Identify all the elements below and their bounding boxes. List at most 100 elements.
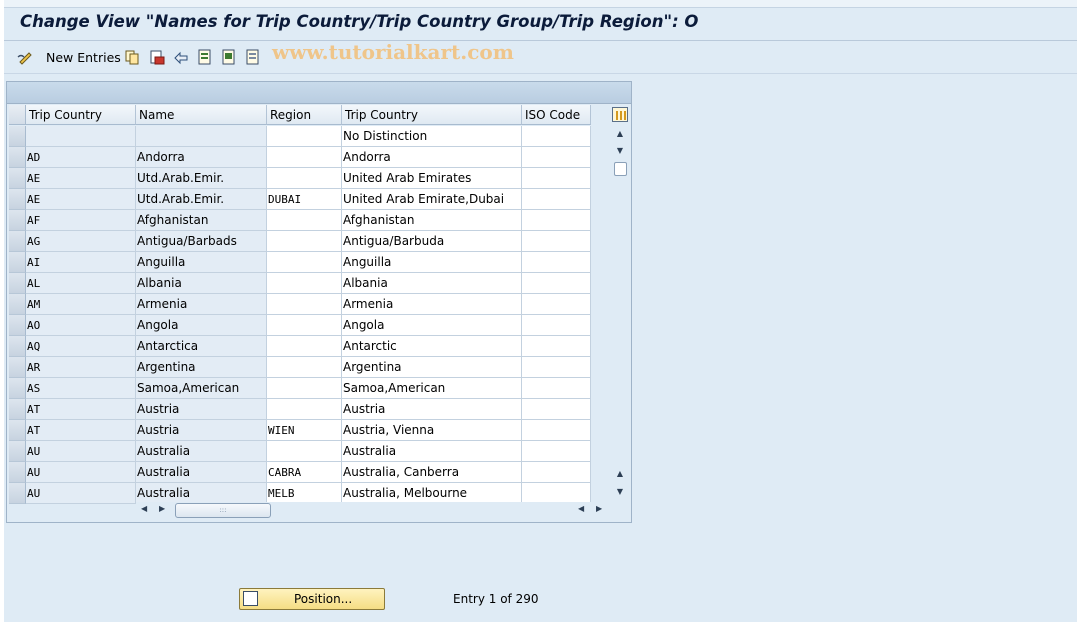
- column-header-region[interactable]: Region: [267, 105, 342, 125]
- cell-region[interactable]: DUBAI: [267, 189, 342, 210]
- cell-name[interactable]: Albania: [136, 273, 267, 294]
- cell-region[interactable]: [267, 315, 342, 336]
- cell-iso-code[interactable]: [522, 252, 591, 273]
- row-selector[interactable]: [9, 189, 26, 210]
- cell-iso-code[interactable]: [522, 126, 591, 147]
- cell-trip-country[interactable]: Argentina: [342, 357, 522, 378]
- scroll-right-icon[interactable]: ▶: [159, 504, 165, 513]
- cell-trip-country[interactable]: Andorra: [342, 147, 522, 168]
- scroll-up-icon[interactable]: ▲: [612, 127, 628, 141]
- row-selector[interactable]: [9, 441, 26, 462]
- cell-trip-country-code[interactable]: AI: [26, 252, 136, 273]
- cell-name[interactable]: Australia: [136, 441, 267, 462]
- cell-name[interactable]: Antarctica: [136, 336, 267, 357]
- cell-name[interactable]: Samoa,American: [136, 378, 267, 399]
- cell-trip-country[interactable]: Antarctic: [342, 336, 522, 357]
- cell-region[interactable]: [267, 210, 342, 231]
- cell-trip-country-code[interactable]: AU: [26, 441, 136, 462]
- cell-name[interactable]: Anguilla: [136, 252, 267, 273]
- cell-trip-country-code[interactable]: AU: [26, 462, 136, 483]
- vertical-scroll-thumb[interactable]: [614, 162, 627, 176]
- column-header-iso-code[interactable]: ISO Code: [522, 105, 591, 125]
- cell-trip-country-code[interactable]: [26, 126, 136, 147]
- cell-region[interactable]: [267, 168, 342, 189]
- cell-name[interactable]: Utd.Arab.Emir.: [136, 189, 267, 210]
- pencil-glasses-icon[interactable]: [17, 49, 33, 65]
- row-selector[interactable]: [9, 336, 26, 357]
- cell-iso-code[interactable]: [522, 399, 591, 420]
- cell-name[interactable]: Angola: [136, 315, 267, 336]
- cell-name[interactable]: Argentina: [136, 357, 267, 378]
- cell-region[interactable]: [267, 147, 342, 168]
- row-selector[interactable]: [9, 378, 26, 399]
- cell-trip-country[interactable]: Austria: [342, 399, 522, 420]
- cell-iso-code[interactable]: [522, 189, 591, 210]
- row-selector[interactable]: [9, 126, 26, 147]
- cell-iso-code[interactable]: [522, 483, 591, 504]
- row-selector[interactable]: [9, 420, 26, 441]
- cell-trip-country-code[interactable]: AF: [26, 210, 136, 231]
- cell-trip-country-code[interactable]: AM: [26, 294, 136, 315]
- row-selector[interactable]: [9, 252, 26, 273]
- cell-trip-country-code[interactable]: AO: [26, 315, 136, 336]
- horizontal-scroll-thumb[interactable]: :::: [175, 503, 271, 518]
- select-block-icon[interactable]: [221, 49, 237, 65]
- scroll-far-right-icon[interactable]: ▶: [596, 504, 602, 513]
- column-header-name[interactable]: Name: [136, 105, 267, 125]
- cell-trip-country-code[interactable]: AS: [26, 378, 136, 399]
- cell-iso-code[interactable]: [522, 462, 591, 483]
- cell-region[interactable]: CABRA: [267, 462, 342, 483]
- cell-iso-code[interactable]: [522, 357, 591, 378]
- cell-trip-country[interactable]: Antigua/Barbuda: [342, 231, 522, 252]
- cell-trip-country-code[interactable]: AD: [26, 147, 136, 168]
- cell-trip-country-code[interactable]: AL: [26, 273, 136, 294]
- cell-region[interactable]: [267, 294, 342, 315]
- row-selector[interactable]: [9, 483, 26, 504]
- table-settings-icon[interactable]: [612, 107, 628, 122]
- select-all-icon[interactable]: [197, 49, 213, 65]
- cell-name[interactable]: Austria: [136, 399, 267, 420]
- cell-region[interactable]: [267, 357, 342, 378]
- cell-trip-country-code[interactable]: AE: [26, 189, 136, 210]
- row-selector[interactable]: [9, 357, 26, 378]
- cell-region[interactable]: MELB: [267, 483, 342, 504]
- cell-trip-country-code[interactable]: AT: [26, 420, 136, 441]
- cell-trip-country-code[interactable]: AE: [26, 168, 136, 189]
- row-selector[interactable]: [9, 168, 26, 189]
- cell-iso-code[interactable]: [522, 231, 591, 252]
- cell-iso-code[interactable]: [522, 273, 591, 294]
- cell-name[interactable]: Antigua/Barbads: [136, 231, 267, 252]
- cell-trip-country[interactable]: Samoa,American: [342, 378, 522, 399]
- cell-name[interactable]: Austria: [136, 420, 267, 441]
- cell-iso-code[interactable]: [522, 168, 591, 189]
- cell-trip-country[interactable]: Australia: [342, 441, 522, 462]
- new-entries-button[interactable]: New Entries: [46, 50, 121, 65]
- cell-trip-country[interactable]: United Arab Emirates: [342, 168, 522, 189]
- cell-trip-country[interactable]: Australia, Canberra: [342, 462, 522, 483]
- cell-region[interactable]: WIEN: [267, 420, 342, 441]
- column-header-trip-country-code[interactable]: Trip Country: [26, 105, 136, 125]
- vertical-scrollbar[interactable]: [611, 126, 629, 501]
- cell-trip-country[interactable]: United Arab Emirate,Dubai: [342, 189, 522, 210]
- cell-region[interactable]: [267, 378, 342, 399]
- cell-name[interactable]: Armenia: [136, 294, 267, 315]
- cell-region[interactable]: [267, 231, 342, 252]
- cell-region[interactable]: [267, 336, 342, 357]
- cell-name[interactable]: [136, 126, 267, 147]
- row-selector[interactable]: [9, 273, 26, 294]
- cell-trip-country-code[interactable]: AG: [26, 231, 136, 252]
- row-selector[interactable]: [9, 294, 26, 315]
- cell-iso-code[interactable]: [522, 315, 591, 336]
- row-selector[interactable]: [9, 315, 26, 336]
- select-all-rows-button[interactable]: [9, 105, 26, 125]
- cell-iso-code[interactable]: [522, 210, 591, 231]
- delete-icon[interactable]: [149, 49, 165, 65]
- cell-trip-country-code[interactable]: AT: [26, 399, 136, 420]
- cell-region[interactable]: [267, 126, 342, 147]
- scroll-far-left-icon[interactable]: ◀: [578, 504, 584, 513]
- cell-name[interactable]: Afghanistan: [136, 210, 267, 231]
- cell-region[interactable]: [267, 399, 342, 420]
- cell-region[interactable]: [267, 273, 342, 294]
- scroll-page-down-icon[interactable]: ▼: [612, 485, 628, 499]
- cell-region[interactable]: [267, 252, 342, 273]
